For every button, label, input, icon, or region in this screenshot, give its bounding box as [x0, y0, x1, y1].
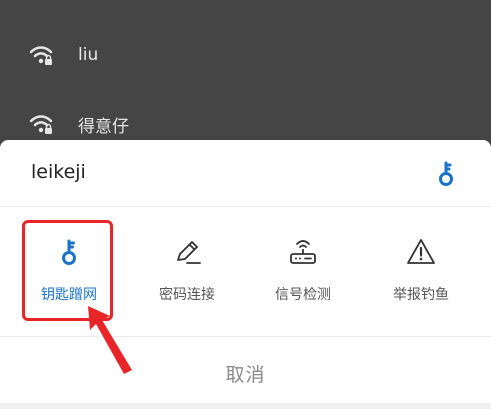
password-connect-button[interactable]: 密码连接	[137, 222, 237, 318]
cancel-label: 取消	[225, 363, 266, 386]
warning-icon	[407, 239, 435, 264]
signal-check-button[interactable]: 信号检测	[253, 222, 353, 318]
action-label: 信号检测	[275, 287, 331, 303]
bottom-strip	[0, 403, 491, 409]
wifi-network-list: liu 得意仔	[0, 0, 491, 140]
action-label: 密码连接	[159, 287, 215, 303]
network-name-title: leikeji	[31, 161, 86, 183]
sheet-header: leikeji	[0, 140, 491, 206]
pencil-icon	[177, 241, 201, 264]
wifi-locked-icon	[29, 46, 53, 65]
wifi-network-name: liu	[78, 45, 99, 65]
key-icon	[439, 161, 453, 186]
action-label: 举报钓鱼	[393, 287, 449, 303]
pointer-arrow	[88, 306, 132, 374]
report-phishing-button[interactable]: 举报钓鱼	[371, 222, 471, 318]
divider	[0, 206, 491, 207]
wifi-locked-icon	[29, 115, 53, 134]
wifi-network-name: 得意仔	[78, 116, 129, 137]
router-icon	[290, 240, 316, 264]
cancel-button[interactable]: 取消	[0, 337, 491, 409]
wifi-network-item[interactable]: liu	[0, 25, 491, 85]
